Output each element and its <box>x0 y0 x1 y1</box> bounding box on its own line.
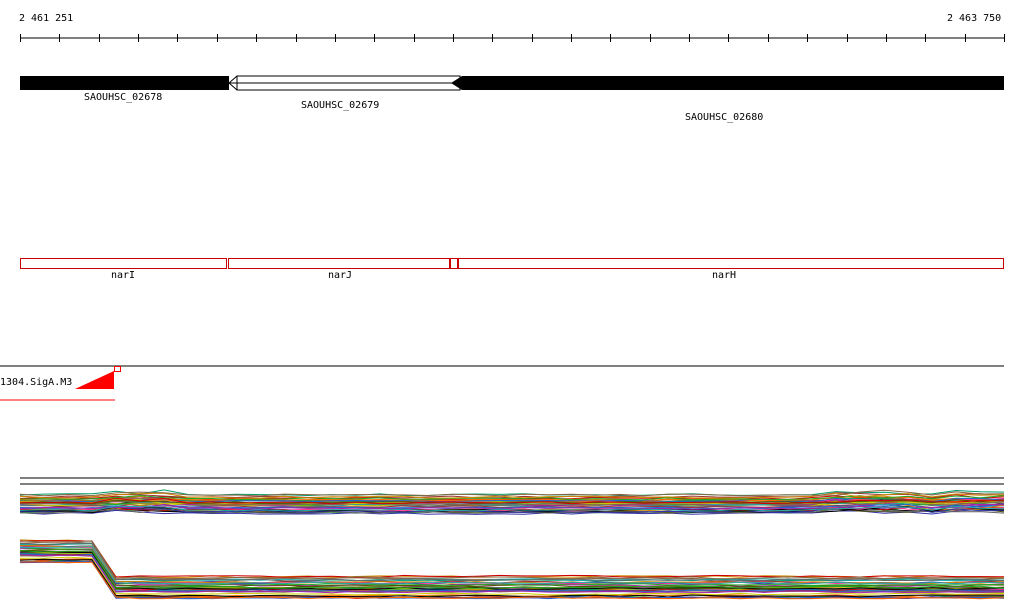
expression-lines <box>19 489 1005 600</box>
expression-profile-line <box>19 542 1005 582</box>
expression-track <box>19 477 1005 600</box>
gene-SAOUHSC_02678[interactable] <box>20 76 229 90</box>
expression-profile-line <box>19 539 1005 579</box>
gene-label-SAOUHSC_02680: SAOUHSC_02680 <box>685 112 764 123</box>
gene-label-SAOUHSC_02679: SAOUHSC_02679 <box>301 100 380 111</box>
gene-SAOUHSC_02680[interactable] <box>451 76 1004 90</box>
expression-profile-line <box>19 541 1005 581</box>
genome-browser-view: 2 461 251 2 463 750 SAOUHSC_02678 SAOUHS… <box>0 0 1024 611</box>
promoter-track <box>0 365 1004 401</box>
coordinate-ruler <box>20 34 1005 42</box>
operon-box-narH[interactable] <box>458 258 1004 269</box>
expression-profile-line <box>19 542 1005 582</box>
gene-track <box>20 75 1004 91</box>
gene-label-SAOUHSC_02678: SAOUHSC_02678 <box>84 92 163 103</box>
operon-label-narI: narI <box>111 270 136 281</box>
operon-box-narI[interactable] <box>20 258 227 269</box>
operon-label-narJ: narJ <box>328 270 353 281</box>
operon-track <box>20 258 1004 269</box>
operon-label-narH: narH <box>712 270 737 281</box>
promoter-signal-triangle[interactable] <box>75 371 114 389</box>
promoter-label: U1304.SigA.M3 <box>0 377 73 388</box>
expression-profile-line <box>19 540 1005 580</box>
promoter-tick-box <box>114 366 121 372</box>
operon-box-gap <box>450 258 458 269</box>
expression-profile-line <box>19 540 1005 578</box>
operon-box-narJ[interactable] <box>228 258 450 269</box>
